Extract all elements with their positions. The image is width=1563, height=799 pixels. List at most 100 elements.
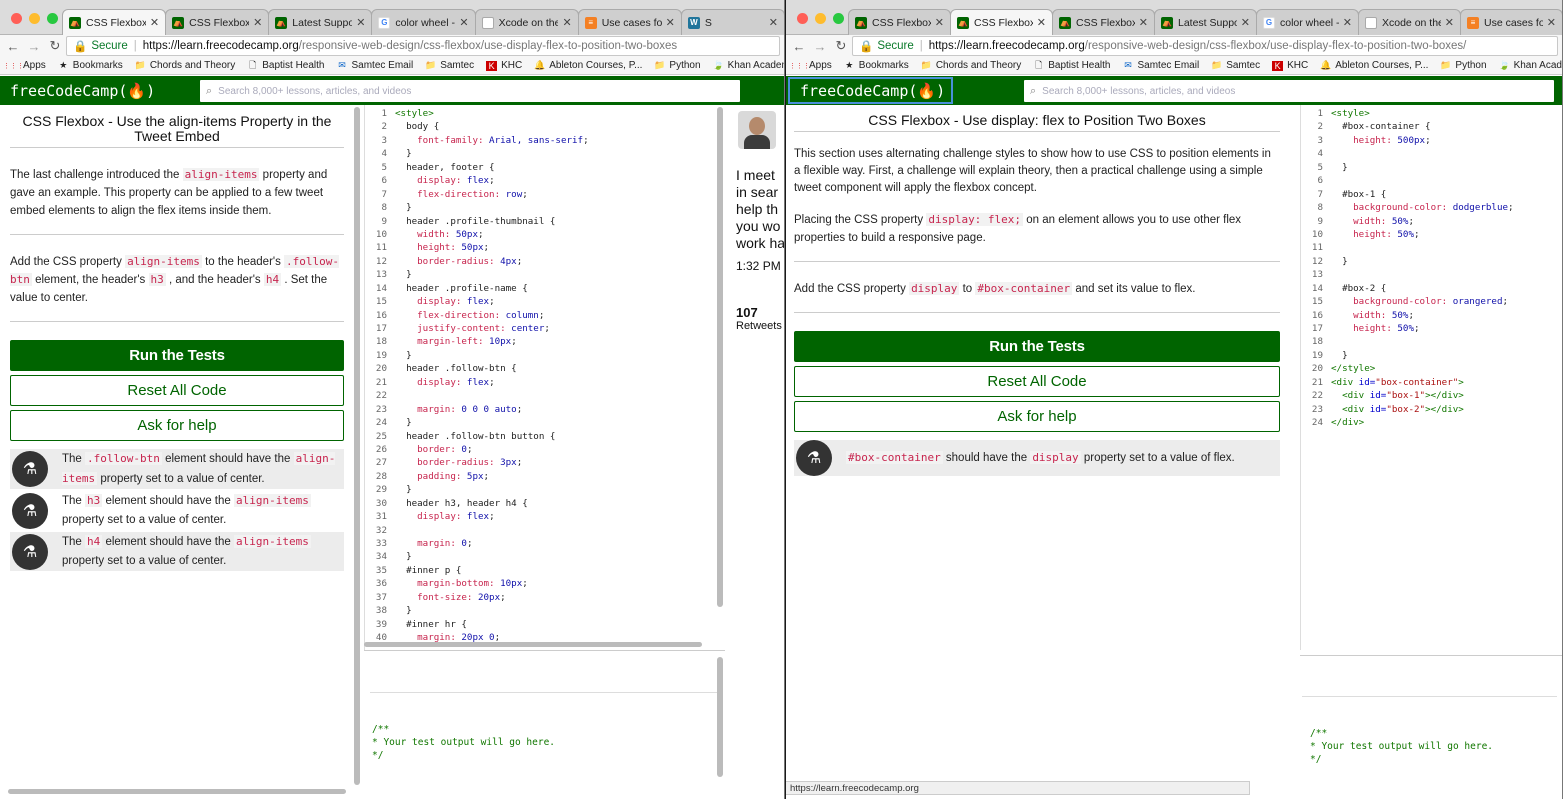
close-tab-icon[interactable]: ✕ (253, 16, 262, 29)
bookmark-item[interactable]: 🍃Khan Academy | Fr... (1498, 60, 1562, 71)
bookmark-item[interactable]: 📁 Samtec (425, 60, 474, 71)
minimize-window-button[interactable] (815, 13, 826, 24)
editor-scrollbar[interactable] (717, 107, 723, 607)
output-input[interactable] (370, 681, 719, 693)
tab-4[interactable]: ⛺ Latest Support ✕ (1154, 9, 1257, 35)
reload-icon[interactable]: ↻ (833, 38, 849, 54)
tab-5[interactable]: Gcolor wheel - G ✕ (1256, 9, 1359, 35)
bookmark-item[interactable]: K KHC (486, 60, 522, 71)
reload-icon[interactable]: ↻ (47, 38, 63, 54)
code-token: center (511, 323, 545, 334)
close-tab-icon[interactable]: ✕ (769, 16, 778, 29)
code-text: <div id="box-2"></div> (1331, 403, 1464, 416)
bookmark-item[interactable]: 📁 Chords and Theory (135, 60, 236, 71)
search-bar[interactable]: ⌕ Search 8,000+ lessons, articles, and v… (200, 80, 740, 102)
bookmark-item[interactable]: ⋮⋮⋮ Apps (3, 60, 46, 71)
bookmark-item[interactable]: K KHC (1272, 60, 1308, 71)
fcc-logo[interactable]: freeCodeCamp(🔥) (0, 77, 161, 104)
code-token: ; (1502, 296, 1509, 308)
minimize-window-button[interactable] (29, 13, 40, 24)
address-bar[interactable]: 🔒 Secure | https://learn.freecodecamp.or… (852, 36, 1558, 56)
code-token: id= (1369, 403, 1387, 415)
code-editor[interactable]: 1 <style> 2 body {3 font-family: Arial, sa… (364, 105, 725, 650)
bookmark-item[interactable]: 🗋 Baptist Health (1033, 60, 1110, 72)
close-tab-icon[interactable]: ✕ (150, 16, 159, 29)
code-token: ; (489, 511, 495, 523)
line-number: 4 (381, 148, 387, 160)
tab-7[interactable]: ≡ Use cases for ✕ (1460, 9, 1562, 35)
tab-7[interactable]: W S ✕ (680, 9, 784, 35)
forward-icon[interactable]: → (26, 39, 42, 54)
run-tests-button[interactable]: Run the Tests (794, 331, 1280, 362)
code-editor[interactable]: 1 <style> 2 #box-container {3 height: 500p… (1300, 105, 1562, 650)
bookmark-item[interactable]: ★ Bookmarks (844, 60, 909, 71)
bookmark-item[interactable]: 📁 Python (654, 60, 700, 71)
browser-tabs: ⛺ CSS Flexbox | f ✕ ⛺ CSS Flexbox - U ✕ ⛺ CSS F… (848, 9, 1562, 35)
bookmark-item[interactable]: 🔔 Ableton Courses, P... (534, 60, 642, 71)
close-tab-icon[interactable]: ✕ (1037, 16, 1046, 29)
reset-code-button[interactable]: Reset All Code (794, 366, 1280, 397)
tab-2[interactable]: ⛺ CSS Flexbox - U ✕ (950, 9, 1053, 35)
close-tab-icon[interactable]: ✕ (1241, 16, 1250, 29)
bookmark-item[interactable]: 📁 Samtec (1211, 60, 1260, 71)
search-icon: ⌕ (206, 84, 213, 97)
editor-hscrollbar[interactable] (364, 642, 702, 647)
close-tab-icon[interactable]: ✕ (356, 16, 365, 29)
bookmark-item[interactable]: 🔔 Ableton Courses, P... (1320, 60, 1428, 71)
maximize-window-button[interactable] (47, 13, 58, 24)
close-window-button[interactable] (797, 13, 808, 24)
close-tab-icon[interactable]: ✕ (1445, 16, 1454, 29)
page-hscrollbar[interactable] (8, 789, 346, 794)
line-number: 24 (375, 417, 387, 429)
close-tab-icon[interactable]: ✕ (666, 16, 675, 29)
tab-4[interactable]: Gcolor wheel - Goo ✕ (371, 9, 476, 35)
bookmark-item[interactable]: ★ Bookmarks (58, 60, 123, 71)
run-tests-button[interactable]: Run the Tests (10, 340, 344, 371)
tab-6[interactable]: ≡ Use cases for usi ✕ (577, 9, 682, 35)
tab-3[interactable]: ⛺ Latest Support to ✕ (268, 9, 373, 35)
tab-2[interactable]: ⛺ CSS Flexbox - Use✕ (165, 9, 270, 35)
code-line: 10 width: 50px; (365, 228, 725, 241)
search-bar[interactable]: ⌕ Search 8,000+ lessons, articles, and v… (1024, 80, 1554, 102)
bookmark-item[interactable]: 📁 Chords and Theory (921, 60, 1022, 71)
tab-label: S (704, 16, 712, 29)
code-token: 50% (1391, 309, 1409, 321)
output-input[interactable] (1302, 685, 1557, 697)
ask-help-button[interactable]: Ask for help (794, 401, 1280, 432)
code-token: ; (1508, 202, 1514, 214)
close-tab-icon[interactable]: ✕ (935, 16, 944, 29)
bookmark-label: Python (669, 60, 701, 71)
close-window-button[interactable] (11, 13, 22, 24)
back-icon[interactable]: ← (791, 39, 807, 54)
tab-6[interactable]: Xcode on the M ✕ (1358, 9, 1461, 35)
reset-code-button[interactable]: Reset All Code (10, 375, 344, 406)
output-scrollbar[interactable] (717, 657, 723, 777)
close-tab-icon[interactable]: ✕ (1547, 16, 1556, 29)
back-icon[interactable]: ← (5, 39, 21, 54)
line-number: 21 (375, 376, 387, 388)
forward-icon[interactable]: → (812, 39, 828, 54)
maximize-window-button[interactable] (833, 13, 844, 24)
tab-1[interactable]: ⛺ CSS Flexbox - Use ✕ (62, 9, 167, 35)
bookmark-item[interactable]: 🗋 Baptist Health (247, 60, 324, 72)
bookmark-icon: ⋮⋮⋮ (789, 62, 810, 70)
address-bar[interactable]: 🔒 Secure | https://learn.freecodecamp.or… (66, 36, 780, 56)
close-tab-icon[interactable]: ✕ (459, 16, 468, 29)
close-tab-icon[interactable]: ✕ (1139, 16, 1148, 29)
ask-help-button[interactable]: Ask for help (10, 410, 344, 441)
bookmark-item[interactable]: ✉ Samtec Email (337, 60, 413, 71)
bookmark-item[interactable]: ✉ Samtec Email (1123, 60, 1199, 71)
code-line: 35 #inner p { (365, 564, 725, 577)
bookmark-icon: K (1272, 60, 1284, 71)
close-tab-icon[interactable]: ✕ (562, 16, 571, 29)
tab-5[interactable]: Xcode on the Mac✕ (474, 9, 579, 35)
instructions-scrollbar[interactable] (354, 107, 360, 785)
tab-1[interactable]: ⛺ CSS Flexbox | f ✕ (848, 9, 951, 35)
tab-3[interactable]: ⛺ CSS Flexbox - U ✕ (1052, 9, 1155, 35)
fcc-logo[interactable]: freeCodeCamp(🔥) (788, 77, 954, 104)
bookmark-item[interactable]: 📁 Python (1440, 60, 1486, 71)
bookmark-item[interactable]: ⋮⋮⋮ Apps (789, 60, 832, 71)
code-token: </div> (1331, 417, 1365, 429)
close-tab-icon[interactable]: ✕ (1343, 16, 1352, 29)
bookmark-item[interactable]: 🍃Khan Academy | Fr... (712, 60, 784, 71)
